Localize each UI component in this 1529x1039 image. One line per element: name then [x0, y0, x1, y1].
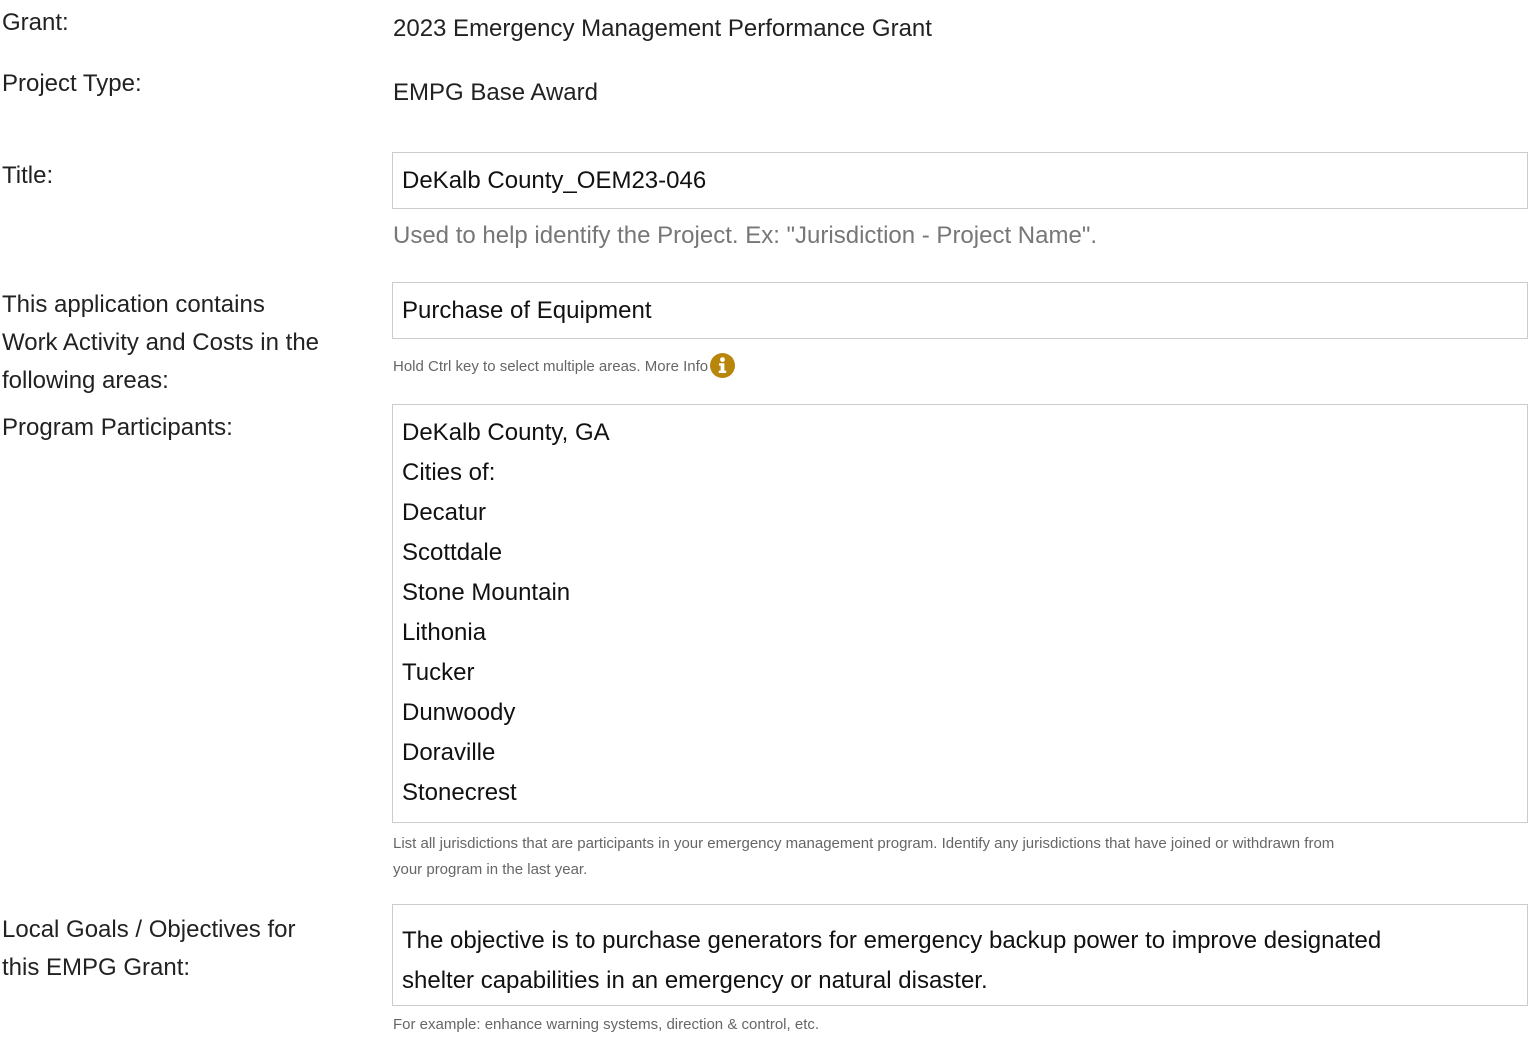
goals-textarea[interactable]: The objective is to purchase generators … [392, 904, 1528, 1006]
title-label: Title: [2, 162, 54, 189]
work-areas-label-line: following areas: [2, 367, 169, 394]
work-areas-label-line: Work Activity and Costs in the [2, 329, 320, 356]
participant-line: Tucker [402, 659, 475, 686]
participants-help-line: your program in the last year. [393, 861, 588, 878]
participants-help-line: List all jurisdictions that are particip… [393, 835, 1335, 852]
participant-line: Stone Mountain [402, 579, 571, 606]
title-input[interactable]: DeKalb County_OEM23-046 [392, 152, 1528, 209]
participant-line: Stonecrest [402, 779, 517, 806]
work-areas-help-text: Hold Ctrl key to select multiple areas. … [393, 358, 709, 375]
goals-help: For example: enhance warning systems, di… [393, 1016, 820, 1033]
participant-line: Scottdale [402, 539, 503, 566]
project-type-label: Project Type: [2, 70, 142, 97]
goals-value-line: shelter capabilities in an emergency or … [402, 967, 988, 994]
goals-label-line: this EMPG Grant: [2, 954, 191, 981]
goals-label: Local Goals / Objectives for this EMPG G… [2, 911, 295, 987]
goals-value-line: The objective is to purchase generators … [402, 927, 1382, 954]
participant-line: Cities of: [402, 459, 496, 486]
info-circle-icon[interactable] [710, 353, 736, 378]
work-areas-select[interactable]: Purchase of Equipment [392, 282, 1528, 339]
title-help-text: Used to help identify the Project. Ex: "… [393, 222, 1098, 249]
participants-label: Program Participants: [2, 414, 233, 441]
work-areas-help: Hold Ctrl key to select multiple areas. … [393, 353, 736, 380]
work-areas-label: This application contains Work Activity … [2, 286, 319, 400]
participant-line: Lithonia [402, 619, 487, 646]
participant-line: DeKalb County, GA [402, 419, 610, 446]
grant-label: Grant: [2, 9, 69, 36]
participants-textarea[interactable]: DeKalb County, GA Cities of: Decatur Sco… [392, 404, 1528, 823]
participant-line: Doraville [402, 739, 496, 766]
project-type-value: EMPG Base Award [393, 79, 598, 106]
participants-help: List all jurisdictions that are particip… [393, 831, 1334, 883]
participant-line: Dunwoody [402, 699, 516, 726]
work-areas-label-line: This application contains [2, 291, 265, 318]
grant-value: 2023 Emergency Management Performance Gr… [393, 15, 932, 42]
participant-line: Decatur [402, 499, 487, 526]
goals-label-line: Local Goals / Objectives for [2, 916, 296, 943]
